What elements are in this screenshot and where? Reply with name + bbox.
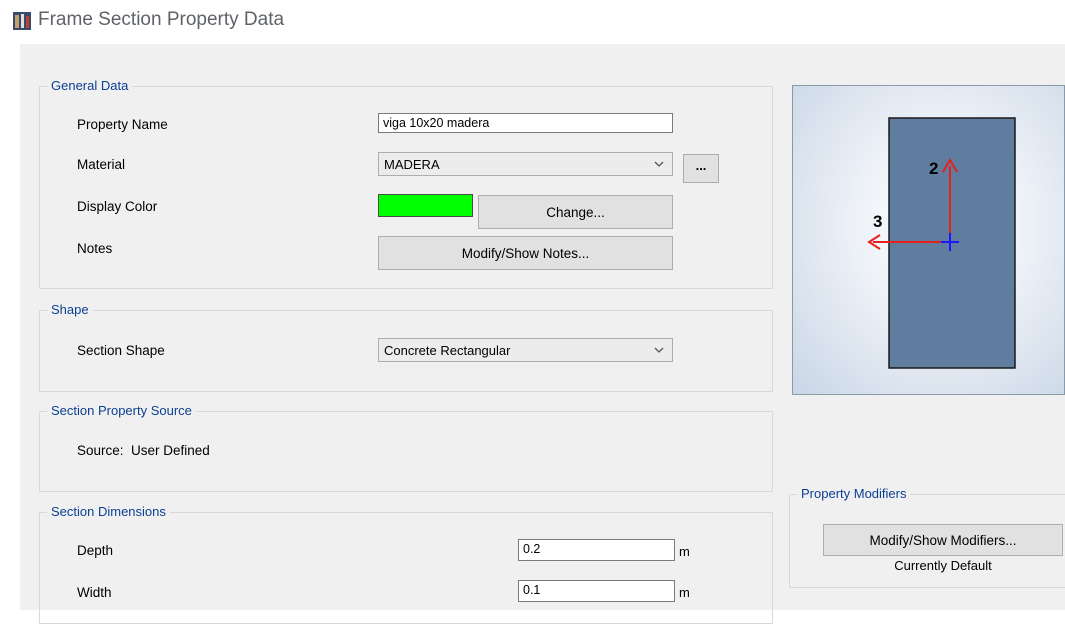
width-unit: m bbox=[679, 585, 690, 600]
shape-title: Shape bbox=[47, 302, 93, 317]
modify-show-notes-button[interactable]: Modify/Show Notes... bbox=[378, 236, 673, 270]
depth-label: Depth bbox=[77, 543, 114, 558]
title-bar: Frame Section Property Data bbox=[0, 0, 1065, 44]
section-property-source-group: Section Property Source Source: User Def… bbox=[39, 403, 773, 492]
material-select-value: MADERA bbox=[384, 157, 440, 172]
width-input[interactable]: 0.1 bbox=[518, 580, 675, 602]
section-shape-value: Concrete Rectangular bbox=[384, 343, 511, 358]
section-dimensions-title: Section Dimensions bbox=[47, 504, 170, 519]
material-more-button[interactable]: ... bbox=[683, 154, 719, 183]
property-modifiers-group: Property Modifiers Modify/Show Modifiers… bbox=[789, 486, 1065, 588]
modifiers-status: Currently Default bbox=[894, 558, 992, 573]
section-drawing: 2 3 bbox=[867, 117, 1016, 369]
section-property-source-title: Section Property Source bbox=[47, 403, 196, 418]
section-shape-label: Section Shape bbox=[77, 343, 165, 358]
source-text: Source: User Defined bbox=[77, 443, 210, 458]
axis-3-label: 3 bbox=[873, 212, 882, 231]
section-dimensions-group: Section Dimensions Depth 0.2 m Width 0.1… bbox=[39, 504, 773, 624]
axis-2-label: 2 bbox=[929, 159, 938, 178]
section-shape-select[interactable]: Concrete Rectangular bbox=[378, 338, 673, 362]
depth-input[interactable]: 0.2 bbox=[518, 539, 675, 561]
depth-unit: m bbox=[679, 544, 690, 559]
frame-section-icon bbox=[13, 12, 31, 30]
material-label: Material bbox=[77, 157, 126, 172]
section-preview: 2 3 bbox=[792, 85, 1065, 395]
dialog-client-area: General Data Property Name viga 10x20 ma… bbox=[20, 44, 1065, 624]
property-name-input[interactable]: viga 10x20 madera bbox=[378, 113, 673, 133]
width-label: Width bbox=[77, 585, 112, 600]
change-color-button[interactable]: Change... bbox=[478, 195, 673, 229]
shape-group: Shape Section Shape Concrete Rectangular bbox=[39, 302, 773, 392]
modify-show-modifiers-button[interactable]: Modify/Show Modifiers... bbox=[823, 524, 1063, 556]
notes-label: Notes bbox=[77, 241, 113, 256]
window-title: Frame Section Property Data bbox=[38, 9, 285, 30]
general-data-title: General Data bbox=[47, 78, 133, 93]
display-color-label: Display Color bbox=[77, 199, 158, 214]
general-data-group: General Data Property Name viga 10x20 ma… bbox=[39, 78, 773, 289]
material-select[interactable]: MADERA bbox=[378, 152, 673, 176]
chevron-down-icon bbox=[654, 161, 664, 167]
property-modifiers-title: Property Modifiers bbox=[797, 486, 911, 501]
property-name-label: Property Name bbox=[77, 117, 168, 132]
chevron-down-icon bbox=[654, 347, 664, 353]
display-color-swatch[interactable] bbox=[378, 194, 473, 217]
